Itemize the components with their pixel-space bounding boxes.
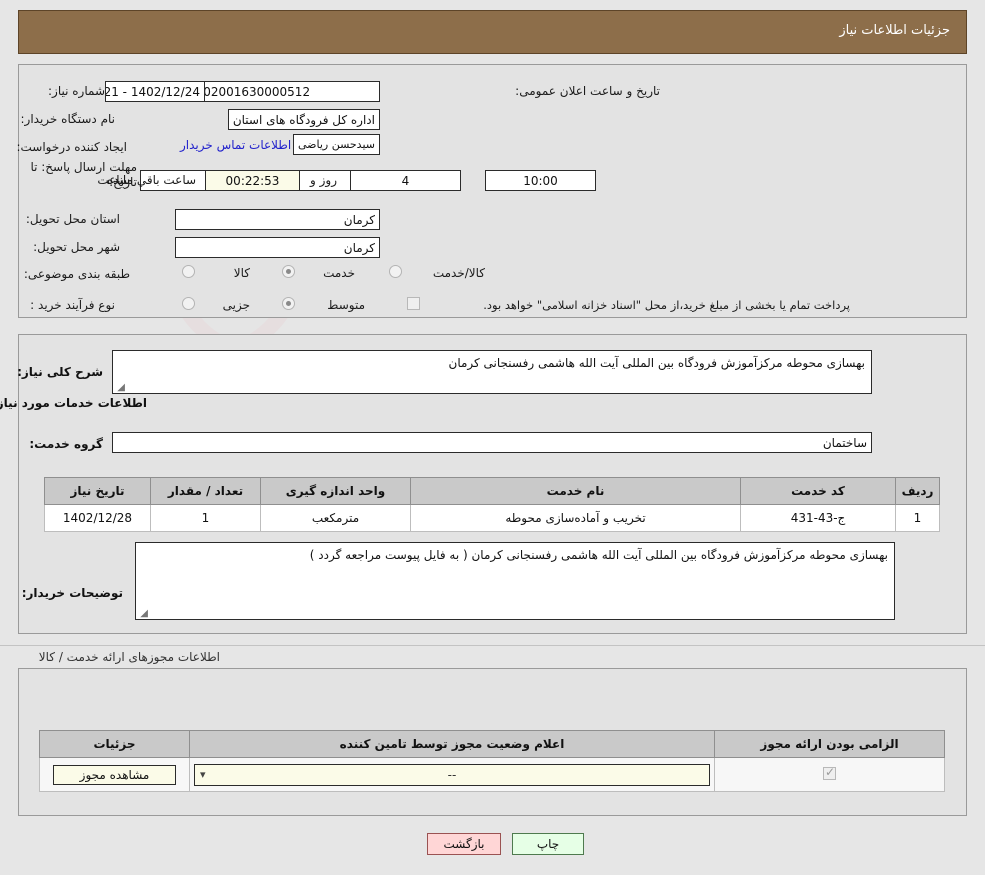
resize-grip-icon: ◢ (117, 382, 125, 393)
col-need-date: تاریخ نیاز (44, 477, 151, 505)
table-row: 1 ج-43-431 تخریب و آماده‌سازی محوطه مترم… (44, 504, 940, 532)
category-label: طبقه بندی موضوعی: (23, 267, 130, 281)
cell-permit-required (714, 757, 945, 792)
col-quantity: تعداد / مقدار (150, 477, 261, 505)
cell-need-date: 1402/12/28 (44, 504, 151, 532)
radio-process-motavaset-label: متوسط (327, 298, 365, 312)
col-permit-required: الزامی بودن ارائه مجوز (714, 730, 945, 758)
cell-permit-details: مشاهده مجوز (39, 757, 190, 792)
col-permit-status: اعلام وضعیت مجوز توسط تامین کننده (189, 730, 715, 758)
province-value[interactable]: کرمان (175, 209, 380, 230)
buyer-notes-label: توضیحات خریدار: (21, 586, 123, 600)
cell-service-name: تخریب و آماده‌سازی محوطه (410, 504, 741, 532)
need-info-panel (18, 64, 967, 318)
service-group-label: گروه خدمت: (29, 437, 103, 451)
city-label: شهر محل تحویل: (33, 240, 120, 254)
back-button[interactable]: بازگشت (427, 833, 501, 855)
radio-process-jozei[interactable] (182, 297, 195, 310)
treasury-bonds-checkbox[interactable] (407, 297, 420, 310)
buyer-notes-value: بهسازی محوطه مرکزآموزش فرودگاه بین الملل… (309, 548, 888, 562)
announce-datetime-label: تاریخ و ساعت اعلان عمومی: (515, 84, 660, 98)
table-row: ▾ -- مشاهده مجوز (39, 757, 945, 792)
summary-value: بهسازی محوطه مرکزآموزش فرودگاه بین الملل… (448, 356, 866, 370)
process-label: نوع فرآیند خرید : (30, 298, 115, 312)
buyer-org-label: نام دستگاه خریدار: (20, 112, 116, 126)
page-root: AriaTender.net جزئیات اطلاعات نیاز شماره… (0, 0, 985, 875)
summary-label: شرح کلی نیاز: (17, 365, 103, 379)
cell-permit-status: ▾ -- (189, 757, 715, 792)
buyer-contact-link[interactable]: اطلاعات تماس خریدار (180, 138, 291, 152)
cell-quantity: 1 (150, 504, 261, 532)
summary-textarea[interactable]: بهسازی محوطه مرکزآموزش فرودگاه بین الملل… (112, 350, 872, 394)
radio-process-jozei-label: جزیی (222, 298, 250, 312)
remaining-days-suffix: روز و (310, 173, 337, 187)
permit-status-value: -- (447, 767, 457, 782)
view-permit-button[interactable]: مشاهده مجوز (52, 764, 177, 785)
divider (0, 645, 985, 646)
print-button[interactable]: چاپ (512, 833, 584, 855)
remaining-days-value[interactable]: 4 (350, 170, 461, 191)
countdown-value: 00:22:53 (205, 170, 300, 191)
permit-status-select[interactable]: ▾ -- (194, 763, 710, 786)
cell-row-no: 1 (895, 504, 940, 532)
page-title: جزئیات اطلاعات نیاز (839, 23, 950, 38)
radio-category-kala[interactable] (182, 265, 195, 278)
buyer-org-value[interactable]: اداره کل فرودگاه های استان کرمان (228, 109, 380, 130)
radio-category-kala-khedmat[interactable] (389, 265, 402, 278)
need-number-label: شماره نیاز: (48, 84, 105, 98)
service-group-value[interactable]: ساختمان (112, 432, 872, 453)
col-unit: واحد اندازه گیری (260, 477, 411, 505)
announce-datetime-value[interactable]: 1402/12/24 - 09:21 (105, 81, 205, 102)
permits-table: الزامی بودن ارائه مجوز اعلام وضعیت مجوز … (39, 730, 945, 792)
permits-heading: اطلاعات مجوزهای ارائه خدمت / کالا (38, 650, 220, 664)
countdown-suffix: ساعت باقي مانده (107, 173, 197, 187)
deadline-time-value[interactable]: 10:00 (485, 170, 596, 191)
radio-category-kala-label: کالا (233, 266, 250, 280)
buyer-notes-textarea[interactable]: بهسازی محوطه مرکزآموزش فرودگاه بین الملل… (135, 542, 895, 620)
permit-required-checkbox (823, 765, 836, 780)
col-service-name: نام خدمت (410, 477, 741, 505)
treasury-bonds-note: پرداخت تمام یا بخشی از مبلغ خرید،از محل … (483, 298, 850, 312)
resize-grip-icon: ◢ (140, 608, 148, 619)
chevron-down-icon: ▾ (200, 767, 206, 781)
cell-unit: مترمکعب (260, 504, 411, 532)
col-service-code: کد خدمت (740, 477, 896, 505)
radio-category-khedmat-label: خدمت (323, 266, 355, 280)
col-row-no: ردیف (895, 477, 940, 505)
radio-category-khedmat[interactable] (282, 265, 295, 278)
permits-table-header-row: الزامی بودن ارائه مجوز اعلام وضعیت مجوز … (39, 730, 945, 758)
header-bar: جزئیات اطلاعات نیاز (18, 10, 967, 54)
city-value[interactable]: کرمان (175, 237, 380, 258)
services-heading: اطلاعات خدمات مورد نیاز (0, 396, 147, 410)
cell-service-code: ج-43-431 (740, 504, 896, 532)
radio-category-kala-khedmat-label: کالا/خدمت (432, 266, 485, 280)
services-table: ردیف کد خدمت نام خدمت واحد اندازه گیری ت… (44, 477, 940, 532)
radio-process-motavaset[interactable] (282, 297, 295, 310)
province-label: استان محل تحویل: (25, 212, 120, 226)
creator-label: ایجاد کننده درخواست: (16, 140, 127, 154)
services-table-header-row: ردیف کد خدمت نام خدمت واحد اندازه گیری ت… (44, 477, 940, 505)
creator-value[interactable]: سیدحسن ریاضی اپراتور سیستم ها آتش نشانی … (293, 134, 380, 155)
col-permit-details: جزئیات (39, 730, 190, 758)
